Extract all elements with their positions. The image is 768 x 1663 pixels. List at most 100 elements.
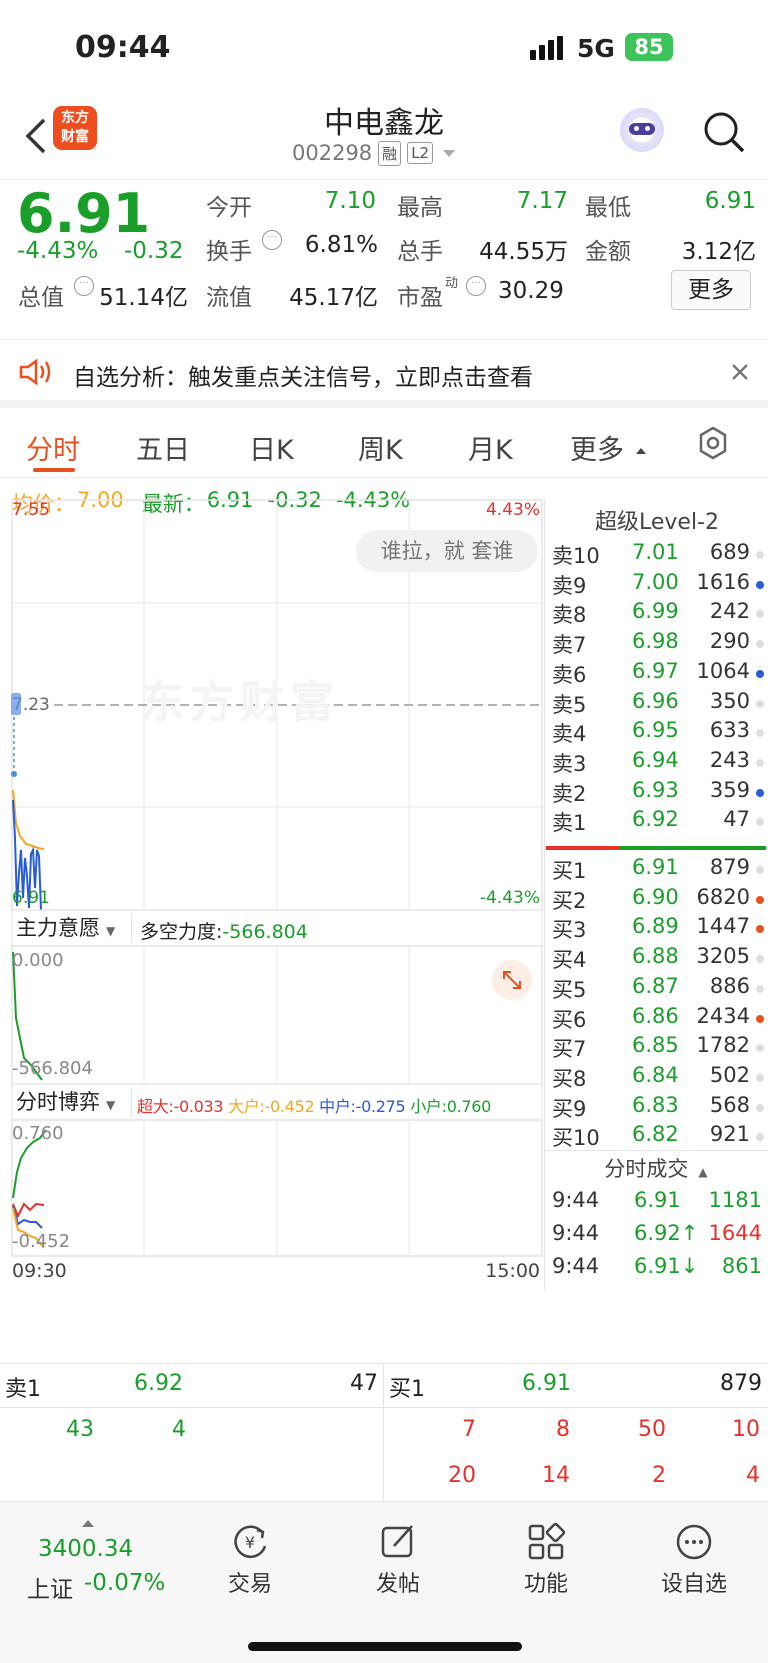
tab-weekly-k[interactable]: 周K — [358, 428, 403, 467]
tick-price: 6.91↓ — [634, 1254, 699, 1278]
level-volume: 359 — [709, 777, 750, 802]
level-label: 卖10 — [552, 544, 600, 568]
level-price: 6.95 — [632, 718, 679, 743]
index-percent: -0.07% — [84, 1570, 166, 1596]
level-label: 卖8 — [552, 603, 587, 628]
post-button[interactable]: 发帖 — [348, 1522, 448, 1602]
home-indicator — [248, 1642, 522, 1651]
tab-daily-k[interactable]: 日K — [249, 428, 294, 467]
sell-level-row[interactable]: 卖10 7.01 689 — [552, 540, 768, 571]
sell1-volume: 47 — [350, 1371, 378, 1396]
high-value: 7.17 — [516, 188, 568, 214]
function-button[interactable]: 功能 — [496, 1522, 596, 1602]
sell-level-row[interactable]: 卖5 6.96 350 — [552, 689, 768, 720]
tick-volume: 861 — [721, 1254, 762, 1278]
level-label: 卖7 — [552, 633, 587, 658]
more-button[interactable]: 更多 — [671, 270, 751, 310]
level-price: 6.97 — [632, 658, 679, 683]
buy-level-row[interactable]: 买4 6.88 3205 — [552, 944, 768, 975]
notice-text: 自选分析：触发重点关注信号，立即点击查看 — [73, 365, 533, 391]
index-ticker[interactable]: 3400.34 上证 -0.07% — [0, 1502, 170, 1612]
buy-level-row[interactable]: 买10 6.82 921 — [552, 1122, 768, 1153]
buy-level-row[interactable]: 买3 6.89 1447 — [552, 914, 768, 945]
close-icon[interactable] — [730, 362, 750, 382]
order-dot-icon — [756, 580, 764, 589]
buy-level-row[interactable]: 买8 6.84 502 — [552, 1063, 768, 1094]
sell-level-row[interactable]: 卖3 6.94 243 — [552, 748, 768, 779]
level-price: 6.99 — [632, 599, 679, 624]
speaker-icon — [18, 358, 54, 386]
indicator-selector[interactable]: 分时博弈 ▼ — [12, 1087, 132, 1117]
buy-level-row[interactable]: 买5 6.87 886 — [552, 974, 768, 1005]
expand-icon[interactable] — [492, 960, 532, 1000]
order-dot-icon — [756, 729, 764, 738]
buy-level-row[interactable]: 买1 6.91 879 — [552, 855, 768, 886]
level-volume: 290 — [709, 629, 750, 654]
notice-bar[interactable]: 自选分析：触发重点关注信号，立即点击查看 — [0, 340, 768, 408]
open-value: 7.10 — [324, 188, 376, 214]
level-price: 6.91 — [632, 855, 679, 879]
pct-axis-top: 4.43% — [485, 500, 540, 520]
tab-monthly-k[interactable]: 月K — [468, 428, 513, 467]
level-volume: 886 — [709, 973, 750, 998]
dropdown-icon[interactable] — [443, 149, 456, 157]
level-price: 6.93 — [632, 777, 679, 802]
network-label: 5G — [577, 34, 615, 63]
buy-level-row[interactable]: 买7 6.85 1782 — [552, 1033, 768, 1064]
level-volume: 350 — [709, 688, 750, 713]
level-price: 6.96 — [632, 688, 679, 713]
buy-level-row[interactable]: 买9 6.83 568 — [552, 1093, 768, 1124]
sell-level-row[interactable]: 卖6 6.97 1064 — [552, 659, 768, 690]
l2-badge: L2 — [407, 142, 434, 164]
ticks-title[interactable]: 分时成交 ▲ — [544, 1150, 768, 1186]
order-dot-icon — [756, 758, 764, 767]
time-axis-end: 15:00 — [485, 1260, 540, 1282]
trade-button[interactable]: ¥ 交易 — [200, 1522, 300, 1602]
signal-icon — [530, 36, 566, 60]
more-info-icon[interactable]: ··· — [262, 230, 282, 250]
level-price: 7.00 — [632, 569, 679, 594]
high-label: 最高 — [397, 195, 443, 221]
more-info-icon[interactable]: ··· — [74, 276, 94, 296]
gear-icon[interactable] — [696, 426, 730, 460]
yen-cycle-icon: ¥ — [234, 1525, 267, 1559]
sell-level-row[interactable]: 卖9 7.00 1616 — [552, 570, 768, 601]
level-label: 卖3 — [552, 751, 587, 776]
order-dot-icon — [756, 1014, 764, 1023]
chart-area: 均价： 7.00 最新： 6.91 -0.32 -4.43% 东方财富 谁拉，就… — [0, 478, 768, 1363]
sell-level-row[interactable]: 卖7 6.98 290 — [552, 629, 768, 660]
queue-order: 20 — [448, 1463, 476, 1488]
indicator-selector[interactable]: 主力意愿 ▼ — [12, 913, 132, 943]
level-volume: 633 — [709, 718, 750, 743]
sell-level-row[interactable]: 卖4 6.95 633 — [552, 718, 768, 749]
tooltip-bubble[interactable]: 谁拉，就 套谁 — [356, 530, 538, 572]
add-watchlist-button[interactable]: 设自选 — [644, 1522, 744, 1602]
tab-intraday[interactable]: 分时 — [26, 428, 80, 467]
stock-code: 002298 — [292, 141, 373, 165]
level-label: 买6 — [552, 1007, 587, 1032]
level-label: 买7 — [552, 1037, 587, 1062]
sell-level-row[interactable]: 卖8 6.99 242 — [552, 599, 768, 630]
pe-label: 市盈 — [397, 285, 443, 311]
buy1-label: 买1 — [389, 1377, 425, 1402]
more-info-icon[interactable]: ··· — [466, 276, 486, 296]
more-circle-icon — [676, 1524, 712, 1560]
market-cap-label: 总值 — [18, 285, 64, 311]
level-price: 6.89 — [632, 914, 679, 939]
level-price: 6.92 — [632, 807, 679, 832]
battery-level: 85 — [634, 35, 664, 59]
sell-level-row[interactable]: 卖2 6.93 359 — [552, 778, 768, 809]
buy-level-row[interactable]: 买6 6.86 2434 — [552, 1004, 768, 1035]
robot-avatar-icon[interactable] — [620, 108, 664, 152]
tab-five-day[interactable]: 五日 — [136, 428, 190, 467]
sell-level-row[interactable]: 卖1 6.92 47 — [552, 807, 768, 838]
float-cap-label: 流值 — [206, 285, 252, 311]
tab-more[interactable]: 更多 — [570, 428, 624, 467]
queue-order: 50 — [638, 1417, 666, 1442]
search-icon[interactable] — [702, 110, 746, 154]
buy-level-row[interactable]: 买2 6.90 6820 — [552, 885, 768, 916]
tick-price: 6.91 — [634, 1188, 681, 1212]
level-label: 买5 — [552, 977, 587, 1002]
queue-order: 7 — [462, 1417, 476, 1442]
indicator-label: 多空力度: — [140, 921, 223, 943]
